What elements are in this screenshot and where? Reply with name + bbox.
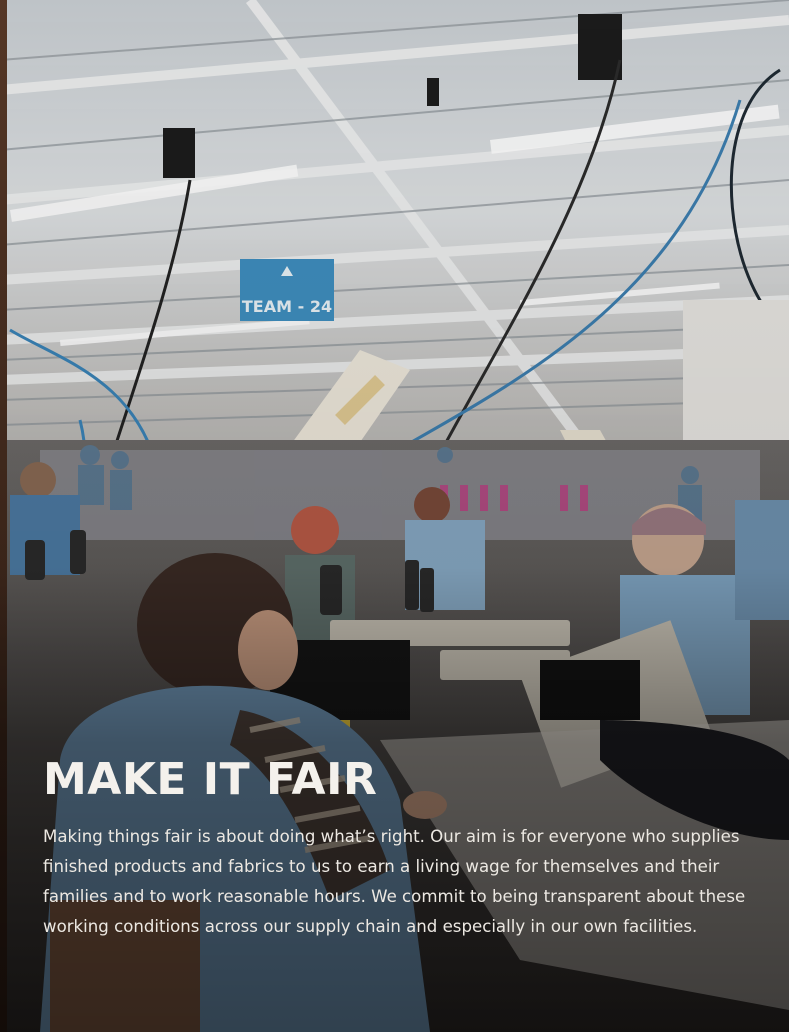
- page-title: MAKE IT FAIR: [43, 754, 378, 805]
- hero-text-block: MAKE IT FAIR Making things fair is about…: [43, 752, 763, 942]
- hero-description: Making things fair is about doing what’s…: [43, 827, 746, 936]
- hero-section: TEAM - 24: [0, 0, 789, 1032]
